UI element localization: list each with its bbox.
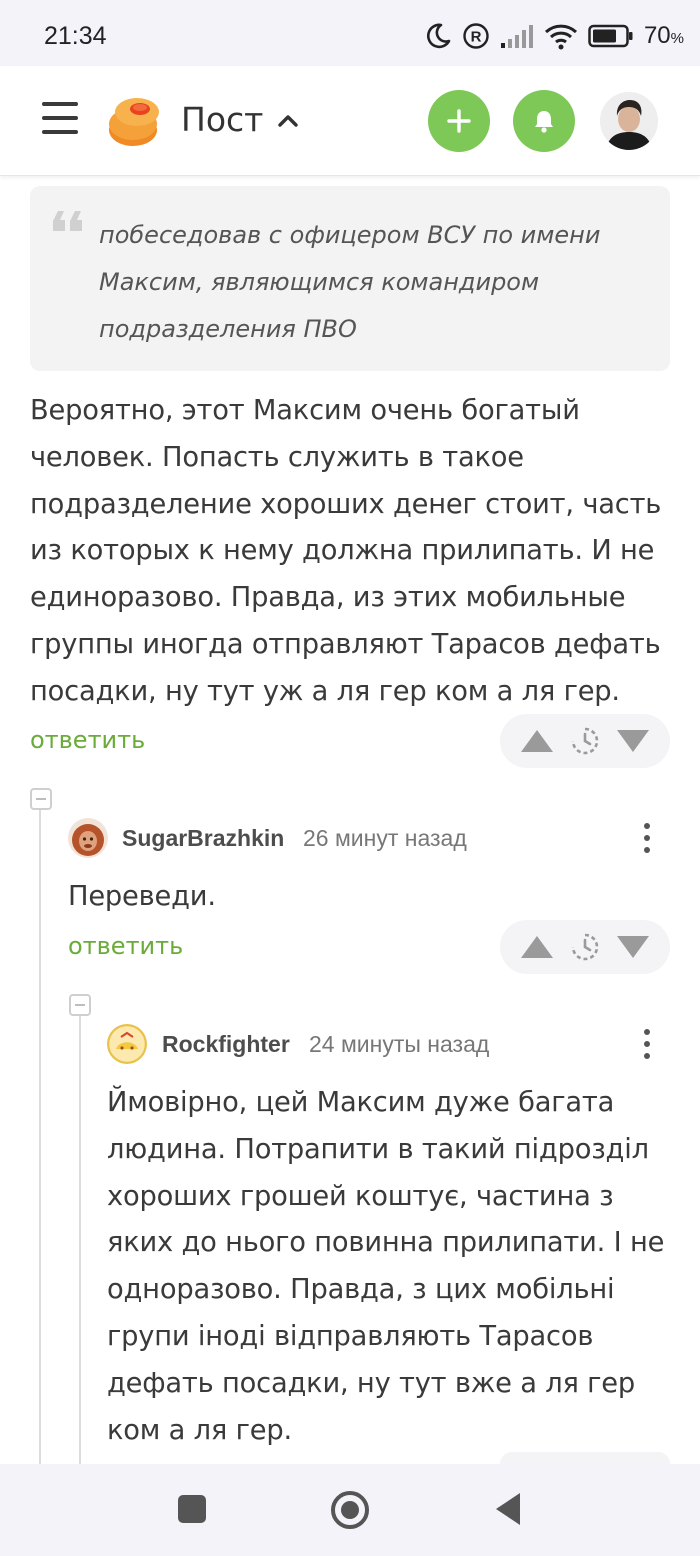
vote-controls: [500, 920, 670, 974]
thread-line: [79, 1014, 81, 1464]
status-time: 21:34: [44, 22, 107, 50]
moon-icon: [426, 23, 451, 49]
comment-time: 26 минут назад: [303, 825, 467, 851]
reply-button[interactable]: ответить: [30, 726, 145, 754]
add-post-button[interactable]: [428, 90, 490, 152]
comment-author[interactable]: Rockfighter: [162, 1031, 290, 1058]
more-options-icon[interactable]: [637, 1026, 657, 1062]
quote-text: побеседовав с офицером ВСУ по имени Макс…: [99, 221, 601, 343]
home-icon[interactable]: [330, 1490, 370, 1530]
notifications-button[interactable]: [513, 90, 575, 152]
registered-icon: R: [463, 23, 489, 49]
bell-icon: [535, 111, 553, 133]
quote-block: побеседовав с офицером ВСУ по имени Макс…: [30, 186, 670, 371]
app-header: Пост: [0, 66, 700, 176]
comment-text: Переведи.: [68, 881, 216, 912]
status-icons: R 70%: [424, 20, 684, 52]
signal-icon: [500, 25, 533, 48]
battery-unit: %: [670, 30, 684, 47]
more-options-icon[interactable]: [637, 820, 657, 856]
battery-value: 70: [643, 22, 671, 49]
comment-time: 24 минуты назад: [309, 1031, 490, 1057]
svg-text:R: R: [471, 29, 482, 46]
vote-controls: [500, 714, 670, 768]
downvote-icon[interactable]: [616, 729, 650, 753]
plus-icon: [447, 109, 471, 133]
post-text: Вероятно, этот Максим очень богатый чело…: [30, 395, 662, 707]
downvote-icon[interactable]: [616, 935, 650, 959]
comment-author[interactable]: SugarBrazhkin: [122, 825, 284, 852]
rating-timer-icon[interactable]: [570, 726, 600, 756]
menu-icon[interactable]: [42, 102, 78, 138]
rating-timer-icon[interactable]: [570, 932, 600, 962]
collapse-thread-button[interactable]: [69, 994, 91, 1016]
page-title: Пост: [181, 100, 264, 139]
back-icon[interactable]: [494, 1492, 522, 1526]
recents-icon[interactable]: [177, 1494, 207, 1524]
collapse-thread-button[interactable]: [30, 788, 52, 810]
wifi-icon: [544, 24, 577, 50]
upvote-icon[interactable]: [520, 935, 554, 959]
battery-percent: 70%: [644, 22, 684, 50]
battery-icon: [588, 24, 633, 48]
chevron-up-icon: [278, 114, 299, 127]
comment-text: Ймовірно, цей Максим дуже багата людина.…: [107, 1087, 665, 1446]
logo[interactable]: [106, 94, 164, 150]
avatar[interactable]: [600, 92, 658, 150]
title-dropdown[interactable]: Пост: [181, 100, 299, 139]
quote-icon: [53, 211, 82, 231]
comment-avatar[interactable]: [68, 818, 108, 858]
reply-button[interactable]: ответить: [68, 932, 183, 960]
status-bar: 21:34 R 70%: [0, 0, 700, 66]
upvote-icon[interactable]: [520, 729, 554, 753]
system-nav-bar: [0, 1464, 700, 1556]
thread-line: [39, 808, 41, 1464]
comment-avatar[interactable]: [107, 1024, 147, 1064]
vote-controls-partial: [500, 1452, 670, 1464]
